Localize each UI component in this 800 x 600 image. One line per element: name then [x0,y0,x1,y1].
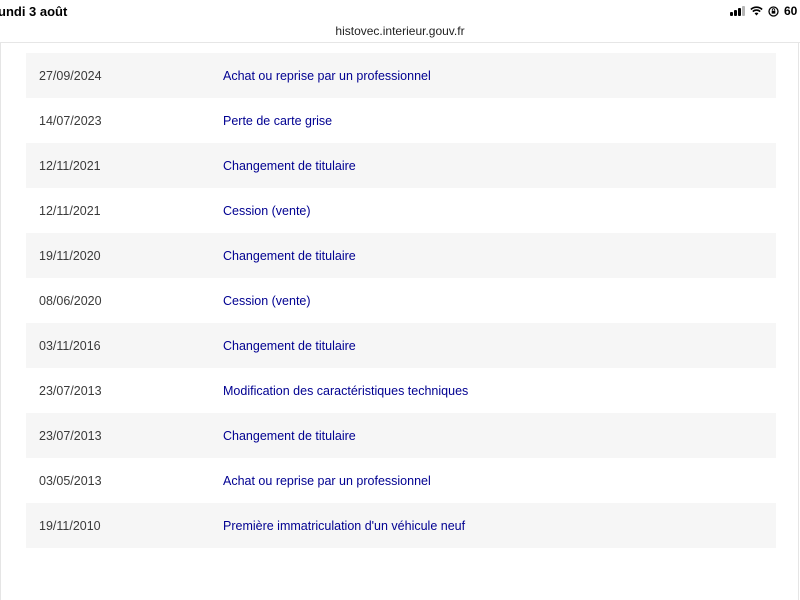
orientation-lock-icon [768,5,779,17]
event-date: 12/11/2021 [39,203,101,218]
event-description: Achat ou reprise par un professionnel [223,473,431,488]
table-row: 19/11/2020 Changement de titulaire [26,233,776,278]
event-date: 03/11/2016 [39,338,101,353]
event-date: 27/09/2024 [39,68,102,83]
browser-address-bar[interactable]: histovec.interieur.gouv.fr [0,22,800,43]
page-content: 27/09/2024 Achat ou reprise par un profes… [0,43,799,600]
url-text[interactable]: histovec.interieur.gouv.fr [0,24,800,38]
status-bar: undi 3 août 60 [0,0,800,22]
event-description: Achat ou reprise par un professionnel [223,68,431,83]
event-date: 23/07/2013 [39,383,102,398]
battery-level: 60 [784,4,798,18]
event-description: Changement de titulaire [223,248,356,263]
event-date: 19/11/2010 [39,518,101,533]
event-date: 03/05/2013 [39,473,102,488]
table-row: 19/11/2010 Première immatriculation d'un … [26,503,776,548]
table-row: 03/05/2013 Achat ou reprise par un profes… [26,458,776,503]
event-description: Changement de titulaire [223,338,356,353]
event-date: 19/11/2020 [39,248,101,263]
event-description: Changement de titulaire [223,428,356,443]
event-description: Changement de titulaire [223,158,356,173]
table-row: 12/11/2021 Changement de titulaire [26,143,776,188]
event-description: Perte de carte grise [223,113,333,128]
table-row: 12/11/2021 Cession (vente) [26,188,776,233]
event-date: 23/07/2013 [39,428,102,443]
table-row: 23/07/2013 Changement de titulaire [26,413,776,458]
table-row: 08/06/2020 Cession (vente) [26,278,776,323]
event-description: Cession (vente) [223,203,311,218]
event-date: 14/07/2023 [39,113,102,128]
table-row: 14/07/2023 Perte de carte grise [26,98,776,143]
signal-icon [730,6,745,16]
status-date: undi 3 août [0,4,68,19]
event-description: Cession (vente) [223,293,311,308]
event-date: 12/11/2021 [39,158,101,173]
event-description: Modification des caractéristiques techni… [223,383,469,398]
table-row: 03/11/2016 Changement de titulaire [26,323,776,368]
event-date: 08/06/2020 [39,293,102,308]
table-row: 27/09/2024 Achat ou reprise par un profes… [26,53,776,98]
wifi-icon [750,6,763,16]
event-description: Première immatriculation d'un véhicule n… [223,518,466,533]
history-table: 27/09/2024 Achat ou reprise par un profes… [26,53,776,548]
status-icons: 60 [730,4,800,18]
table-row: 23/07/2013 Modification des caractéristiq… [26,368,776,413]
